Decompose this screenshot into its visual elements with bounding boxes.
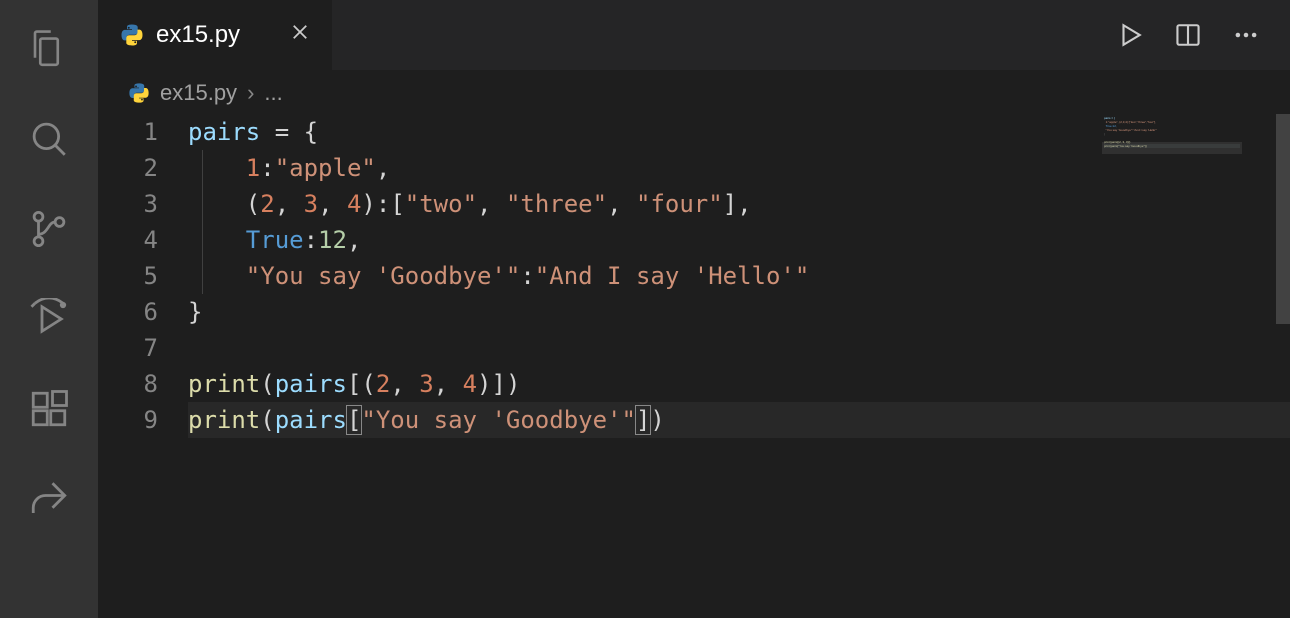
liveshare-icon[interactable]: [28, 478, 70, 520]
run-icon[interactable]: [1116, 21, 1144, 49]
explorer-icon[interactable]: [28, 28, 70, 70]
search-icon[interactable]: [28, 118, 70, 160]
debug-icon[interactable]: [28, 298, 70, 340]
python-icon: [120, 23, 144, 47]
line-number: 1: [98, 114, 158, 150]
python-icon: [128, 82, 150, 104]
breadcrumb[interactable]: ex15.py › ...: [98, 70, 1290, 114]
line-number-gutter: 1 2 3 4 5 6 7 8 9: [98, 114, 188, 618]
more-icon[interactable]: [1232, 21, 1260, 49]
code-line[interactable]: [188, 330, 1290, 366]
code-line[interactable]: }: [188, 294, 1290, 330]
code-area[interactable]: pairs = { 1:"apple", (2, 3, 4):["two", "…: [188, 114, 1290, 618]
editor-actions: [1116, 0, 1290, 70]
line-number: 9: [98, 402, 158, 438]
code-line[interactable]: "You say 'Goodbye'":"And I say 'Hello'": [188, 258, 1290, 294]
code-line[interactable]: (2, 3, 4):["two", "three", "four"],: [188, 186, 1290, 222]
line-number: 6: [98, 294, 158, 330]
editor[interactable]: 1 2 3 4 5 6 7 8 9 pairs = { 1:"apple", (…: [98, 114, 1290, 618]
tab-bar: ex15.py: [98, 0, 1290, 70]
activity-bar: [0, 0, 98, 618]
code-line[interactable]: print(pairs["You say 'Goodbye'"]): [188, 402, 1290, 438]
line-number: 2: [98, 150, 158, 186]
line-number: 3: [98, 186, 158, 222]
line-number: 5: [98, 258, 158, 294]
line-number: 8: [98, 366, 158, 402]
code-line[interactable]: True:12,: [188, 222, 1290, 258]
close-icon[interactable]: [286, 17, 314, 53]
extensions-icon[interactable]: [28, 388, 70, 430]
source-control-icon[interactable]: [28, 208, 70, 250]
line-number: 7: [98, 330, 158, 366]
scrollbar[interactable]: [1242, 114, 1290, 618]
code-line[interactable]: print(pairs[(2, 3, 4)]): [188, 366, 1290, 402]
breadcrumb-file: ex15.py: [160, 80, 237, 106]
minimap-slider[interactable]: [1102, 142, 1242, 154]
line-number: 4: [98, 222, 158, 258]
tab-label: ex15.py: [156, 21, 240, 49]
tab-active[interactable]: ex15.py: [98, 0, 333, 70]
breadcrumb-suffix: ...: [264, 80, 282, 106]
split-editor-icon[interactable]: [1174, 21, 1202, 49]
editor-group: ex15.py ex15.py › ... 1: [98, 0, 1290, 618]
scrollbar-thumb[interactable]: [1276, 114, 1290, 324]
chevron-right-icon: ›: [247, 80, 254, 106]
minimap[interactable]: pairs = { 1:"apple", (2,3,4):["two","thr…: [1102, 114, 1242, 184]
